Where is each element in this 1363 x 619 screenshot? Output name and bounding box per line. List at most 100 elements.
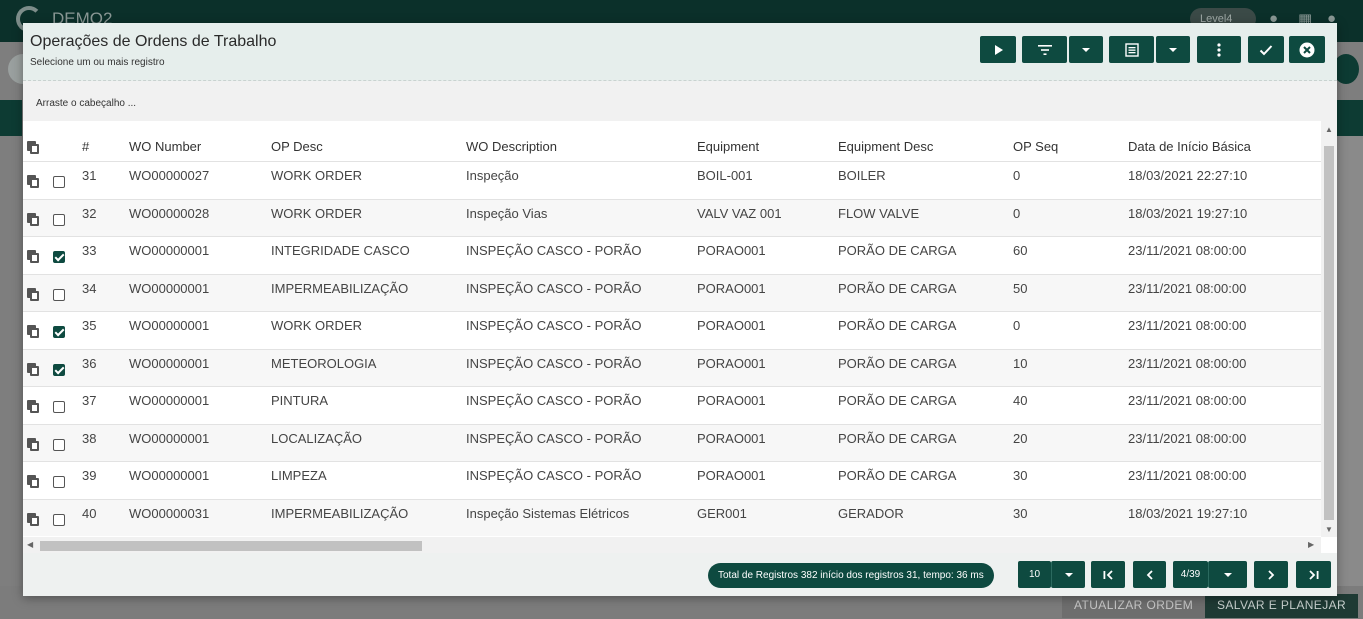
cell-op-desc: INTEGRIDADE CASCO xyxy=(271,243,410,258)
row-select-checkbox[interactable] xyxy=(53,401,65,413)
pagination-footer: Total de Registros 382 início dos regist… xyxy=(23,553,1337,596)
cell-equipment-desc: FLOW VALVE xyxy=(838,205,920,221)
row-select-checkbox[interactable] xyxy=(53,213,65,226)
cell-start-date: 18/03/2021 19:27:10 xyxy=(1128,205,1248,221)
column-header-wo-number[interactable]: WO Number xyxy=(129,139,201,154)
cell-number: 40 xyxy=(82,505,97,521)
copy-row-icon[interactable] xyxy=(27,175,39,188)
scroll-up-icon[interactable]: ▲ xyxy=(1325,125,1333,134)
copy-row-icon[interactable] xyxy=(27,287,39,301)
first-page-button[interactable] xyxy=(1091,561,1125,588)
row-select-checkbox[interactable] xyxy=(53,251,65,263)
row-select-checkbox[interactable] xyxy=(53,476,65,488)
row-select-checkbox[interactable] xyxy=(53,513,65,526)
scroll-right-icon[interactable]: ▶ xyxy=(1308,540,1314,549)
copy-row-icon[interactable] xyxy=(27,475,39,488)
cell-op-seq: 20 xyxy=(1013,430,1028,446)
table-row[interactable]: 32 WO00000028 WORK ORDER Inspeção Vias VALV … xyxy=(23,198,1321,236)
cell-equipment: VALV VAZ 001 xyxy=(697,205,782,221)
cell-wo-number: WO00000001 xyxy=(129,355,210,371)
run-button[interactable] xyxy=(980,36,1016,63)
table-row[interactable]: 37 WO00000001 PINTURA INSPEÇÃO CASCO - PORÃ… xyxy=(23,386,1321,424)
page-indicator[interactable]: 4/39 xyxy=(1173,561,1208,588)
page-size-value[interactable]: 10 xyxy=(1018,561,1051,588)
table-row[interactable]: 34 WO00000001 IMPERMEABILIZAÇÃO INSPEÇÃO CA… xyxy=(23,273,1321,311)
previous-page-button[interactable] xyxy=(1133,561,1166,588)
cell-op-seq: 0 xyxy=(1013,168,1021,183)
columns-button[interactable] xyxy=(1109,36,1154,63)
columns-dropdown-button[interactable] xyxy=(1156,36,1190,63)
row-select-checkbox[interactable] xyxy=(53,288,65,301)
row-select-checkbox[interactable] xyxy=(53,438,65,451)
update-order-button[interactable]: ATUALIZAR ORDEM xyxy=(1062,594,1206,618)
page-dropdown-button[interactable] xyxy=(1208,561,1247,588)
cell-start-date: 23/11/2021 08:00:00 xyxy=(1128,393,1247,408)
dialog-title: Operações de Ordens de Trabalho xyxy=(30,33,277,50)
cell-equipment-desc: GERADOR xyxy=(838,505,904,521)
next-page-button[interactable] xyxy=(1254,561,1288,588)
cell-equipment-desc: PORÃO DE CARGA xyxy=(838,355,957,371)
column-header-op-desc[interactable]: OP Desc xyxy=(271,139,323,154)
cell-wo-number: WO00000001 xyxy=(129,280,210,296)
filter-dropdown-button[interactable] xyxy=(1069,36,1103,63)
column-header-equipment[interactable]: Equipment xyxy=(697,139,759,154)
chevron-right-icon xyxy=(1268,569,1275,580)
vertical-scrollbar[interactable]: ▲ ▼ xyxy=(1321,121,1337,537)
caret-down-icon xyxy=(1224,572,1232,577)
close-circle-icon xyxy=(1299,42,1315,57)
column-header-start-date[interactable]: Data de Início Básica xyxy=(1128,139,1251,154)
cell-start-date: 23/11/2021 08:00:00 xyxy=(1128,468,1247,483)
table-row[interactable]: 40 WO00000031 IMPERMEABILIZAÇÃO Inspeção Si… xyxy=(23,498,1321,536)
cell-wo-number: WO00000001 xyxy=(129,430,210,446)
cell-number: 37 xyxy=(82,393,97,408)
table-row[interactable]: 36 WO00000001 METEOROLOGIA INSPEÇÃO CASCO -… xyxy=(23,348,1321,386)
confirm-button[interactable] xyxy=(1248,36,1284,63)
row-select-checkbox[interactable] xyxy=(53,176,65,188)
page-size-dropdown-button[interactable] xyxy=(1051,561,1085,588)
copy-row-icon[interactable] xyxy=(27,325,39,338)
last-page-button[interactable] xyxy=(1296,561,1331,588)
row-select-checkbox[interactable] xyxy=(53,363,65,376)
group-by-bar[interactable]: Arraste o cabeçalho ... xyxy=(23,81,1337,121)
save-and-plan-button[interactable]: SALVAR E PLANEJAR xyxy=(1205,594,1359,618)
row-select-checkbox[interactable] xyxy=(53,326,65,338)
cell-wo-description: INSPEÇÃO CASCO - PORÃO xyxy=(466,468,642,483)
column-header-op-seq[interactable]: OP Seq xyxy=(1013,139,1058,154)
table-row[interactable]: 35 WO00000001 WORK ORDER INSPEÇÃO CASCO - P… xyxy=(23,311,1321,349)
copy-all-icon[interactable] xyxy=(27,141,39,154)
cell-wo-description: INSPEÇÃO CASCO - PORÃO xyxy=(466,318,642,333)
filter-button[interactable] xyxy=(1022,36,1067,63)
cell-equipment: PORAO001 xyxy=(697,430,766,446)
scroll-left-icon[interactable]: ◀ xyxy=(27,540,33,549)
close-button[interactable] xyxy=(1289,36,1325,63)
caret-down-icon xyxy=(1169,47,1177,52)
cell-wo-number: WO00000001 xyxy=(129,318,210,333)
cell-wo-description: Inspeção xyxy=(466,168,519,183)
column-header-number[interactable]: # xyxy=(82,139,89,154)
copy-row-icon[interactable] xyxy=(27,362,39,376)
app-bg-panel-right xyxy=(1337,136,1363,586)
copy-row-icon[interactable] xyxy=(27,512,39,526)
column-header-wo-description[interactable]: WO Description xyxy=(466,139,557,154)
table-row[interactable]: 38 WO00000001 LOCALIZAÇÃO INSPEÇÃO CASCO - … xyxy=(23,423,1321,461)
table-row[interactable]: 33 WO00000001 INTEGRIDADE CASCO INSPEÇÃO CA… xyxy=(23,236,1321,274)
cell-equipment: BOIL-001 xyxy=(697,168,753,183)
vertical-scroll-thumb[interactable] xyxy=(1324,146,1334,520)
copy-row-icon[interactable] xyxy=(27,250,39,263)
copy-row-icon[interactable] xyxy=(27,212,39,226)
horizontal-scroll-thumb[interactable] xyxy=(40,541,422,551)
copy-row-icon[interactable] xyxy=(27,437,39,451)
column-header-equipment-desc[interactable]: Equipment Desc xyxy=(838,139,933,154)
cell-equipment-desc: PORÃO DE CARGA xyxy=(838,430,957,446)
more-options-button[interactable] xyxy=(1197,36,1241,63)
horizontal-scrollbar[interactable]: ◀ ▶ xyxy=(23,537,1321,553)
cell-equipment: PORAO001 xyxy=(697,468,766,483)
dialog-header: Operações de Ordens de Trabalho Selecion… xyxy=(23,23,1337,81)
table-row[interactable]: 39 WO00000001 LIMPEZA INSPEÇÃO CASCO - PORÃ… xyxy=(23,461,1321,499)
table-row[interactable]: 31 WO00000027 WORK ORDER Inspeção BOIL-001 BO… xyxy=(23,161,1321,199)
scroll-down-icon[interactable]: ▼ xyxy=(1325,525,1333,534)
copy-row-icon[interactable] xyxy=(27,400,39,413)
cell-wo-description: INSPEÇÃO CASCO - PORÃO xyxy=(466,393,642,408)
cell-number: 31 xyxy=(82,168,97,183)
cell-equipment-desc: PORÃO DE CARGA xyxy=(838,280,957,296)
